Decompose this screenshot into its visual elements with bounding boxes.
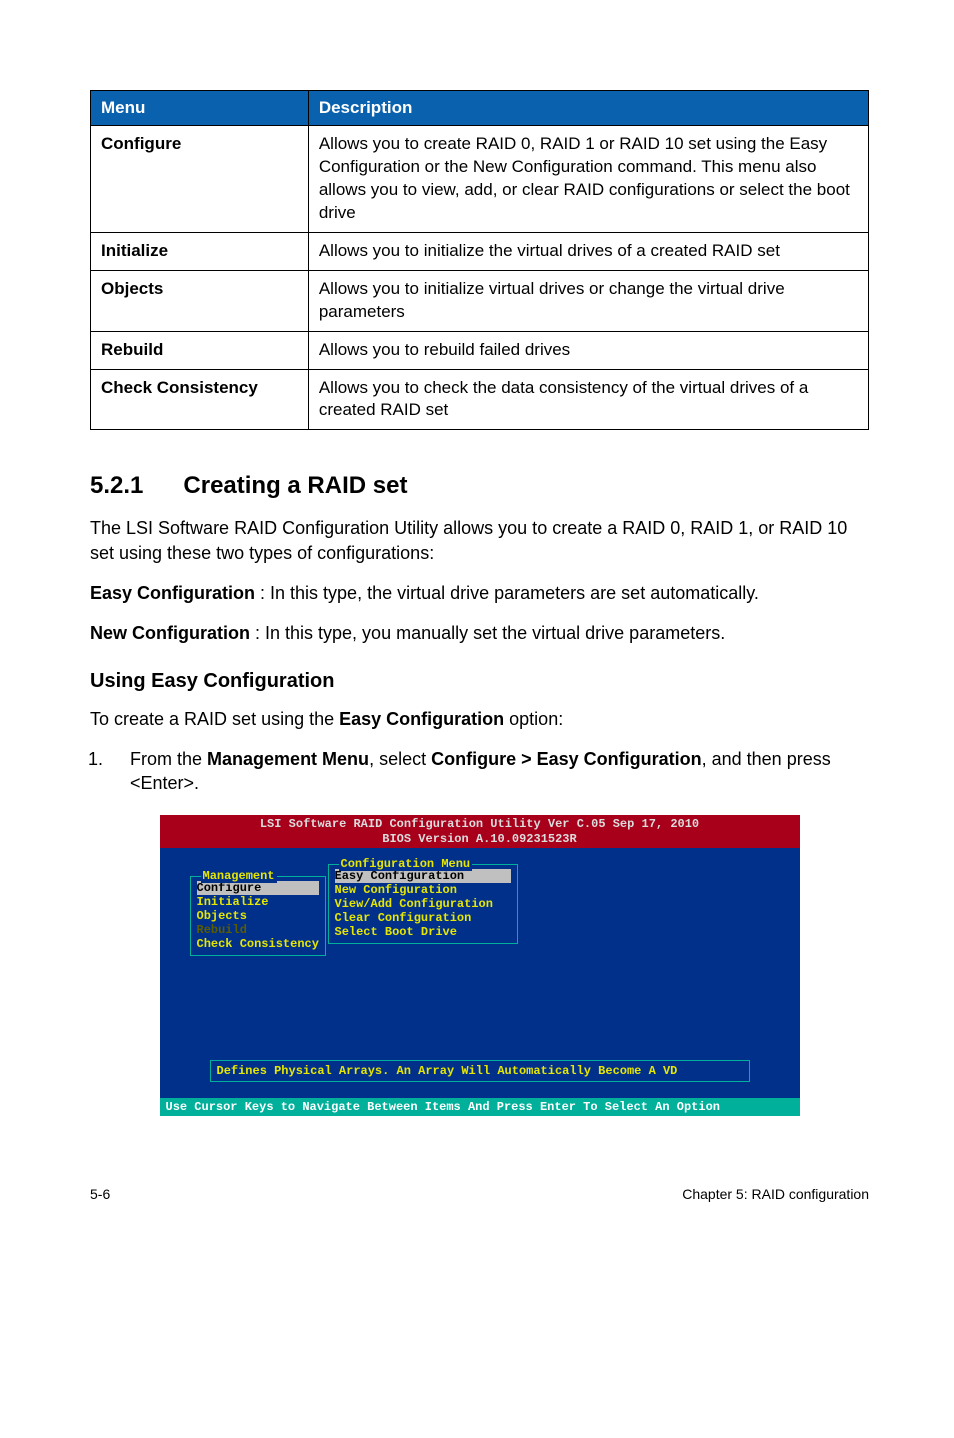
step-item: From the Management Menu, select Configu… [108,747,869,796]
col-header-menu: Menu [91,91,309,126]
cell-desc: Allows you to initialize the virtual dri… [308,232,868,270]
bios-titlebar: LSI Software RAID Configuration Utility … [160,815,800,848]
cell-menu: Configure [91,126,309,233]
step1-c: , select [369,749,431,769]
step1-d: Configure > Easy Configuration [431,749,702,769]
bios-cfg-item-easy: Easy Configuration [335,869,511,883]
steps-list: From the Management Menu, select Configu… [90,747,869,796]
intro-paragraph: The LSI Software RAID Configuration Util… [90,516,869,565]
bios-cfg-item-new: New Configuration [335,883,511,897]
bios-mgmt-item-configure: Configure [197,881,319,895]
bios-configuration-menu: Configuration Menu Easy Configuration Ne… [328,864,518,944]
bios-mgmt-item-check: Check Consistency [197,937,319,951]
cell-menu: Initialize [91,232,309,270]
table-row: Initialize Allows you to initialize the … [91,232,869,270]
table-row: Rebuild Allows you to rebuild failed dri… [91,331,869,369]
cell-desc: Allows you to check the data consistency… [308,369,868,430]
subheading-using-easy: Using Easy Configuration [90,670,869,693]
create-intro-a: To create a RAID set using the [90,709,339,729]
table-row: Objects Allows you to initialize virtual… [91,270,869,331]
bios-cfg-item-boot: Select Boot Drive [335,925,511,939]
step1-b: Management Menu [207,749,369,769]
easy-config-label: Easy Configuration [90,583,255,603]
table-row: Check Consistency Allows you to check th… [91,369,869,430]
new-config-text: : In this type, you manually set the vir… [250,623,725,643]
easy-config-text: : In this type, the virtual drive parame… [255,583,759,603]
cell-menu: Objects [91,270,309,331]
create-intro-b: Easy Configuration [339,709,504,729]
bios-screenshot: LSI Software RAID Configuration Utility … [160,815,800,1116]
bios-mgmt-item-rebuild: Rebuild [197,923,319,937]
create-intro: To create a RAID set using the Easy Conf… [90,707,869,731]
bios-footer: Use Cursor Keys to Navigate Between Item… [160,1098,800,1116]
bios-cfg-item-clear: Clear Configuration [335,911,511,925]
bios-management-label: Management [201,869,277,883]
bios-mgmt-item-initialize: Initialize [197,895,319,909]
section-number: 5.2.1 [90,472,143,500]
bios-hint-box: Defines Physical Arrays. An Array Will A… [210,1060,750,1082]
section-heading: 5.2.1 Creating a RAID set [90,472,869,500]
cell-desc: Allows you to create RAID 0, RAID 1 or R… [308,126,868,233]
cell-desc: Allows you to initialize virtual drives … [308,270,868,331]
bios-management-menu: Management Configure Initialize Objects … [190,876,326,956]
cell-menu: Check Consistency [91,369,309,430]
section-title: Creating a RAID set [183,472,407,500]
cell-desc: Allows you to rebuild failed drives [308,331,868,369]
page-number: 5-6 [90,1186,110,1202]
bios-title-line2: BIOS Version A.10.09231523R [160,832,800,846]
step1-a: From the [130,749,207,769]
menu-description-table: Menu Description Configure Allows you to… [90,90,869,430]
bios-body: Management Configure Initialize Objects … [160,848,800,1098]
new-config-label: New Configuration [90,623,250,643]
bios-config-label: Configuration Menu [339,857,473,871]
create-intro-c: option: [504,709,563,729]
new-config-paragraph: New Configuration : In this type, you ma… [90,621,869,645]
bios-title-line1: LSI Software RAID Configuration Utility … [160,817,800,831]
cell-menu: Rebuild [91,331,309,369]
chapter-label: Chapter 5: RAID configuration [682,1186,869,1202]
table-row: Configure Allows you to create RAID 0, R… [91,126,869,233]
easy-config-paragraph: Easy Configuration : In this type, the v… [90,581,869,605]
page-footer: 5-6 Chapter 5: RAID configuration [90,1186,869,1202]
col-header-description: Description [308,91,868,126]
bios-cfg-item-view: View/Add Configuration [335,897,511,911]
bios-mgmt-item-objects: Objects [197,909,319,923]
